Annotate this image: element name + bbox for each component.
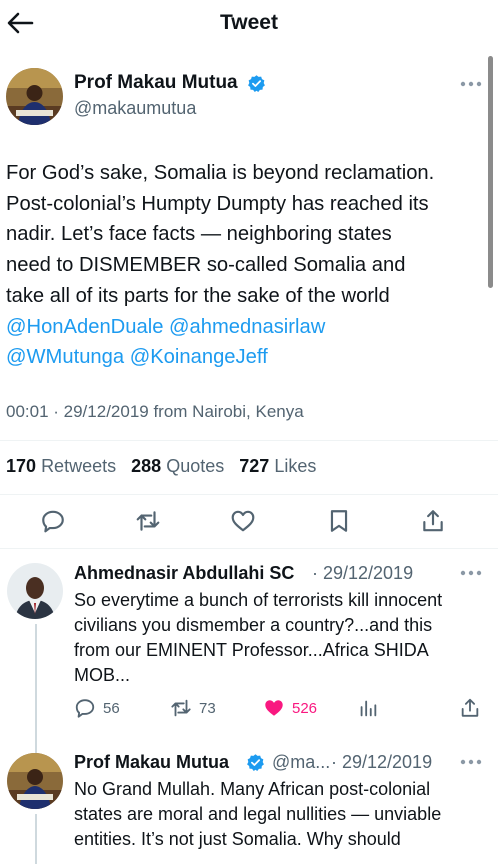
- reply-text: No Grand Mullah. Many African post-colon…: [74, 779, 442, 849]
- analytics-icon: [360, 700, 377, 717]
- analytics-button[interactable]: [357, 697, 386, 719]
- retweets-stat[interactable]: 170 Retweets: [6, 456, 116, 476]
- likes-stat[interactable]: 727 Likes: [239, 456, 316, 476]
- reply-author-name[interactable]: Ahmednasir Abdullahi SC: [74, 563, 294, 584]
- mention-link[interactable]: @ahmednasirlaw: [169, 316, 325, 338]
- reply-text: So everytime a bunch of terrorists kill …: [74, 590, 443, 685]
- more-options-icon[interactable]: [460, 80, 482, 88]
- verified-badge-icon: [248, 75, 265, 92]
- reply-icon: [75, 699, 95, 718]
- reply-count: 56: [103, 699, 120, 717]
- like-count: 526: [292, 699, 318, 717]
- reply-icon[interactable]: [40, 508, 66, 534]
- top-bar: Tweet: [0, 0, 498, 46]
- reply-author-name[interactable]: Prof Makau Mutua: [74, 752, 229, 773]
- retweet-icon: [171, 699, 191, 717]
- more-options-icon[interactable]: [460, 569, 482, 577]
- retweet-button[interactable]: 73: [170, 697, 216, 719]
- divider: [0, 494, 498, 495]
- share-icon[interactable]: [420, 508, 446, 534]
- liked-heart-icon: [265, 700, 283, 716]
- reply-date[interactable]: · 29/12/2019: [331, 752, 432, 773]
- author-name[interactable]: Prof Makau Mutua: [74, 72, 238, 94]
- reply-avatar[interactable]: [7, 753, 63, 809]
- reply-date[interactable]: · 29/12/2019: [312, 563, 413, 584]
- retweet-count: 73: [199, 699, 216, 717]
- like-button[interactable]: 526: [263, 697, 317, 719]
- reply-avatar[interactable]: [7, 563, 63, 619]
- scrollbar[interactable]: [488, 56, 493, 288]
- tweet-stats: 170 Retweets 288 Quotes 727 Likes: [6, 456, 316, 477]
- share-icon: [461, 698, 479, 717]
- tweet-text: For God’s sake, Somalia is beyond reclam…: [6, 162, 435, 369]
- share-button[interactable]: [459, 697, 488, 719]
- reply-handle[interactable]: @ma...: [272, 752, 330, 773]
- thread-line: [35, 624, 37, 754]
- mention-link[interactable]: @HonAdenDuale: [6, 316, 163, 338]
- divider: [0, 548, 498, 549]
- retweet-icon[interactable]: [135, 508, 161, 534]
- author-handle[interactable]: @makaumutua: [74, 98, 196, 119]
- more-options-icon[interactable]: [460, 758, 482, 766]
- verified-badge-icon: [247, 754, 264, 771]
- quotes-stat[interactable]: 288 Quotes: [131, 456, 224, 476]
- reply-button[interactable]: 56: [74, 697, 120, 719]
- bookmark-icon[interactable]: [326, 508, 352, 534]
- mention-link[interactable]: @WMutunga: [6, 346, 124, 368]
- author-avatar[interactable]: [6, 68, 63, 125]
- thread-line: [35, 814, 37, 864]
- tweet-timestamp[interactable]: 00:01 · 29/12/2019 from Nairobi, Kenya: [6, 402, 304, 422]
- divider: [0, 440, 498, 441]
- mention-link[interactable]: @KoinangeJeff: [130, 346, 268, 368]
- page-title: Tweet: [220, 11, 278, 34]
- like-icon[interactable]: [230, 508, 256, 534]
